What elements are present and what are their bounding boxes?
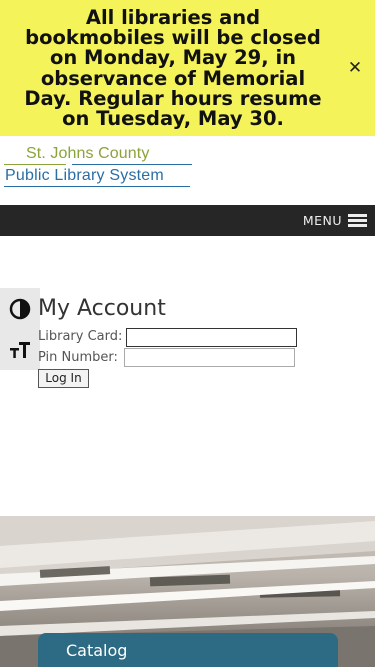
logo-divider <box>72 164 192 165</box>
library-card-label: Library Card: <box>38 329 123 344</box>
close-icon[interactable]: ✕ <box>345 58 365 78</box>
logo-line-system: Public Library System <box>5 167 164 184</box>
text-size-button[interactable] <box>0 329 40 370</box>
closure-alert-banner: All libraries and bookmobiles will be cl… <box>0 0 375 136</box>
page-title: My Account <box>38 296 166 321</box>
logo-divider <box>4 186 190 187</box>
pin-number-input[interactable] <box>124 348 295 367</box>
text-size-icon <box>10 341 30 358</box>
library-card-input[interactable] <box>126 328 297 347</box>
accessibility-toolbar <box>0 288 40 370</box>
contrast-icon <box>9 298 31 319</box>
catalog-label: Catalog <box>66 641 128 660</box>
account-login-form: My Account Library Card: Pin Number: Log… <box>38 296 297 388</box>
hamburger-icon[interactable] <box>348 214 367 227</box>
contrast-toggle-button[interactable] <box>0 288 40 329</box>
main-navbar: MENU <box>0 205 375 236</box>
library-logo[interactable]: St. Johns County Public Library System <box>0 136 375 204</box>
logo-divider <box>4 164 66 165</box>
pin-number-label: Pin Number: <box>38 350 118 365</box>
logo-line-county: St. Johns County <box>26 145 150 162</box>
alert-message: All libraries and bookmobiles will be cl… <box>24 6 322 131</box>
login-button[interactable]: Log In <box>38 369 89 388</box>
menu-label[interactable]: MENU <box>303 213 342 228</box>
catalog-tab[interactable]: Catalog <box>38 633 338 667</box>
